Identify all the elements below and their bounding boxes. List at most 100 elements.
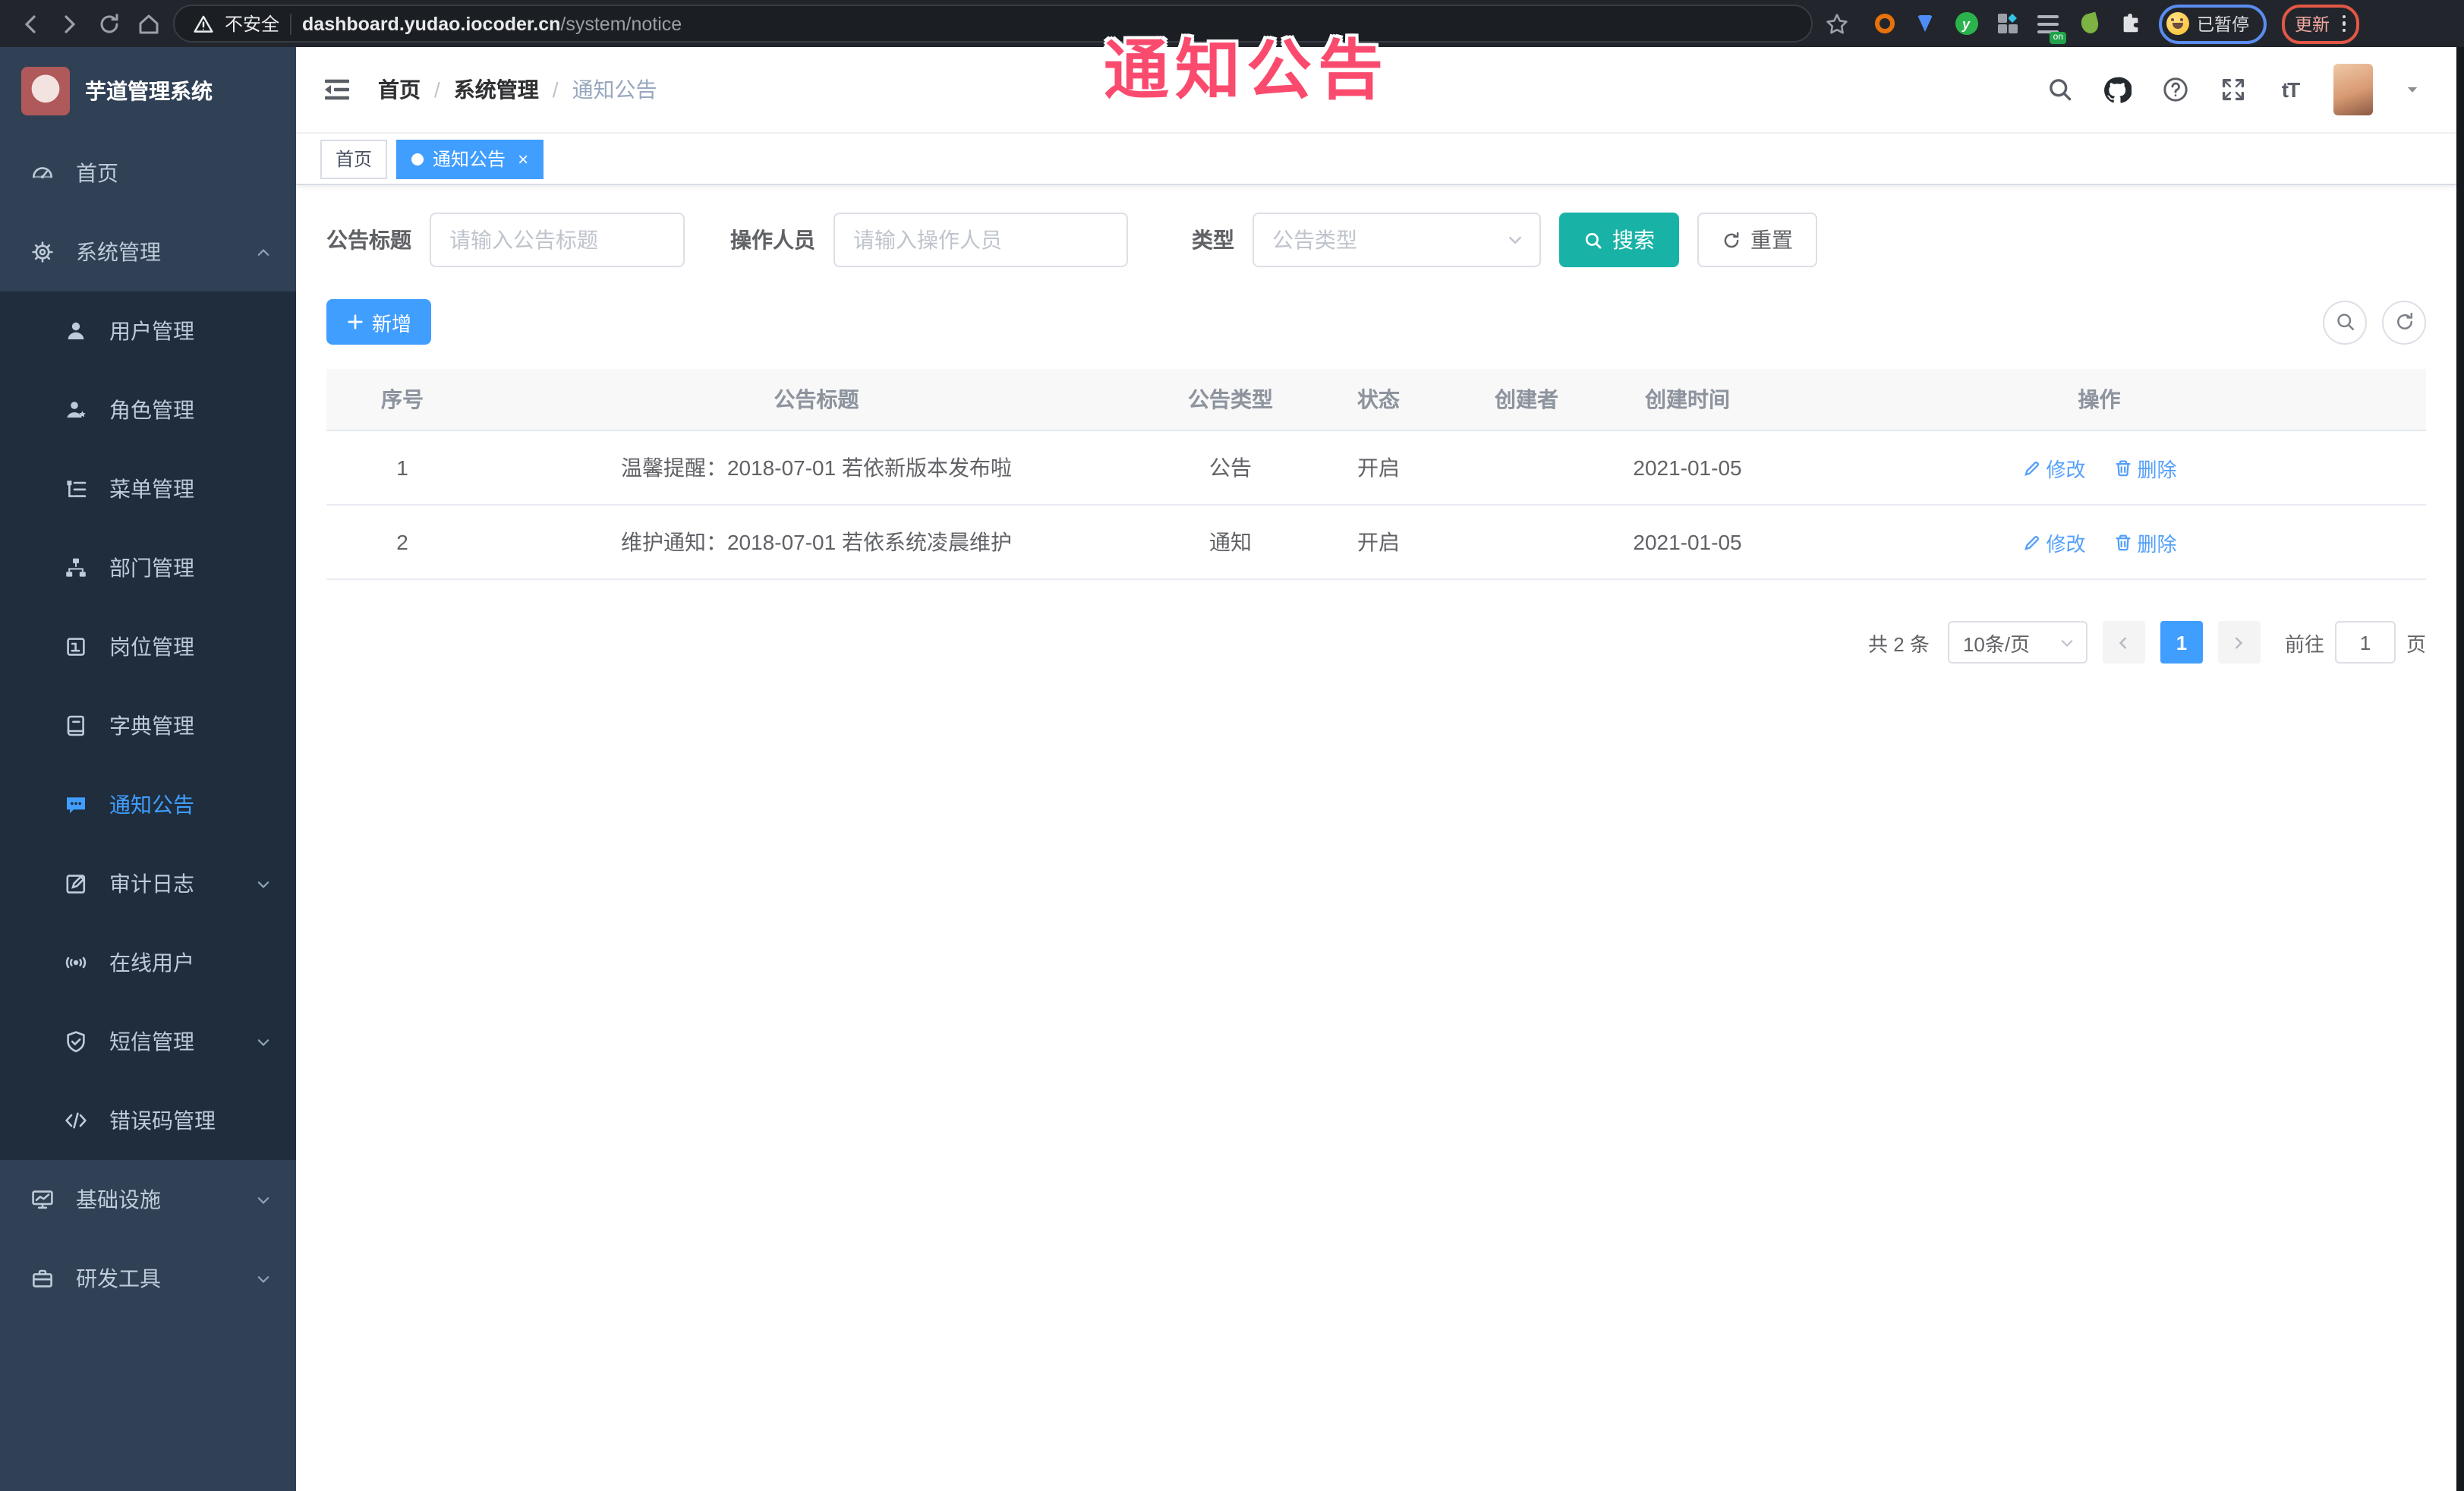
code-icon xyxy=(65,1112,87,1129)
tab-notice[interactable]: 通知公告 × xyxy=(396,139,544,178)
puzzle-extensions-icon[interactable] xyxy=(2116,10,2144,37)
delete-link[interactable]: 删除 xyxy=(2113,453,2177,482)
sidebar-item-home[interactable]: 首页 xyxy=(0,134,296,213)
user-avatar[interactable] xyxy=(2333,64,2373,115)
table-row: 1 温馨提醒：2018-07-01 若依新版本发布啦 公告 开启 2021-01… xyxy=(326,431,2426,506)
dashboard-icon xyxy=(33,167,52,178)
role-icon xyxy=(67,402,86,418)
tab-home[interactable]: 首页 xyxy=(320,139,388,178)
chevron-down-icon xyxy=(1509,236,1521,244)
warning-icon xyxy=(194,14,213,32)
delete-link[interactable]: 删除 xyxy=(2113,528,2177,556)
online-users-icon xyxy=(65,957,87,969)
extension-leaf-icon[interactable] xyxy=(2075,10,2103,37)
browser-profile-chip[interactable]: 已暂停 xyxy=(2159,4,2266,43)
close-tab-icon[interactable]: × xyxy=(518,150,528,168)
right-toolbar xyxy=(2323,300,2426,344)
sidebar-item-departments[interactable]: 部门管理 xyxy=(0,528,296,607)
bookmark-star-icon[interactable] xyxy=(1822,8,1852,39)
next-page-button[interactable] xyxy=(2217,621,2261,664)
extensions-tray: y on xyxy=(1870,10,2144,43)
pagination-total: 共 2 条 xyxy=(1868,632,1930,655)
reload-icon[interactable] xyxy=(94,8,124,39)
edit-link[interactable]: 修改 xyxy=(2021,528,2086,556)
sidebar-item-dict[interactable]: 字典管理 xyxy=(0,686,296,765)
breadcrumb-home[interactable]: 首页 xyxy=(378,74,421,105)
type-filter-label: 类型 xyxy=(1192,228,1234,252)
address-bar[interactable]: 不安全 dashboard.yudao.iocoder.cn/system/no… xyxy=(173,5,1813,43)
browser-menu-icon[interactable] xyxy=(2342,14,2346,33)
chevron-down-icon xyxy=(2061,639,2073,646)
browser-update-button[interactable]: 更新 xyxy=(2281,4,2359,43)
sidebar-item-posts[interactable]: 岗位管理 xyxy=(0,607,296,686)
extension-orange-icon[interactable] xyxy=(1870,10,1898,37)
page-number-1[interactable]: 1 xyxy=(2160,621,2203,664)
sidebar-item-audit-log[interactable]: 审计日志 xyxy=(0,844,296,923)
briefcase-icon xyxy=(33,1269,52,1288)
extension-blue-icon[interactable] xyxy=(1911,10,1939,37)
badge-icon xyxy=(67,638,85,656)
monitor-icon xyxy=(32,1190,53,1209)
sidebar-item-online-users[interactable]: 在线用户 xyxy=(0,923,296,1002)
org-tree-icon xyxy=(66,558,86,577)
breadcrumb-system[interactable]: 系统管理 xyxy=(454,74,539,105)
sidebar-item-sms[interactable]: 短信管理 xyxy=(0,1002,296,1081)
sidebar-item-notice[interactable]: 通知公告 xyxy=(0,765,296,844)
sidebar-toggle-icon[interactable] xyxy=(320,73,354,106)
security-label: 不安全 xyxy=(225,14,280,35)
message-bubble-icon xyxy=(67,797,85,814)
refresh-button[interactable] xyxy=(2382,300,2426,344)
divider xyxy=(290,13,292,34)
edit-link[interactable]: 修改 xyxy=(2021,453,2086,482)
sidebar-item-dev-tools[interactable]: 研发工具 xyxy=(0,1239,296,1318)
add-button[interactable]: 新增 xyxy=(326,299,432,345)
menu-tree-icon xyxy=(67,481,87,497)
operator-filter-input[interactable] xyxy=(833,213,1128,267)
fullscreen-icon[interactable] xyxy=(2218,75,2247,104)
github-icon[interactable] xyxy=(2103,75,2132,104)
breadcrumb-separator: / xyxy=(434,77,440,102)
search-icon[interactable] xyxy=(2045,75,2074,104)
title-filter-input[interactable] xyxy=(430,213,685,267)
sidebar-item-menus[interactable]: 菜单管理 xyxy=(0,449,296,528)
chevron-down-icon xyxy=(255,1191,272,1208)
app-logo xyxy=(21,66,70,115)
toggle-search-button[interactable] xyxy=(2323,300,2367,344)
goto-page-input[interactable] xyxy=(2334,621,2396,664)
home-icon[interactable] xyxy=(134,8,164,39)
forward-icon[interactable] xyxy=(55,8,85,39)
sidebar-item-roles[interactable]: 角色管理 xyxy=(0,370,296,449)
trash-icon xyxy=(2115,534,2131,550)
extension-grid-icon[interactable] xyxy=(1993,10,2021,37)
prev-page-button[interactable] xyxy=(2102,621,2145,664)
chevron-down-icon xyxy=(255,1033,272,1050)
breadcrumb-separator: / xyxy=(552,77,559,102)
sidebar-item-error-codes[interactable]: 错误码管理 xyxy=(0,1081,296,1160)
search-button[interactable]: 搜索 xyxy=(1559,213,1679,267)
main-area: 首页 / 系统管理 / 通知公告 tT 首页 通知公告 × 公告标题 请输入公告… xyxy=(296,47,2456,1491)
filter-form: 公告标题 操作人员 类型 公告类型 搜索 重置 xyxy=(326,213,2426,267)
url-text: dashboard.yudao.iocoder.cn/system/notice xyxy=(302,13,682,34)
dictionary-icon xyxy=(67,715,84,736)
chevron-right-icon xyxy=(2236,636,2244,648)
font-size-icon[interactable]: tT xyxy=(2276,75,2305,104)
page-size-select[interactable]: 10条/页 xyxy=(1947,621,2087,664)
sidebar-item-system[interactable]: 系统管理 xyxy=(0,213,296,292)
table-header-row: 序号 公告标题 公告类型 状态 创建者 创建时间 操作 xyxy=(326,369,2426,431)
table-row: 2 维护通知：2018-07-01 若依系统凌晨维护 通知 开启 2021-01… xyxy=(326,506,2426,580)
reset-button[interactable]: 重置 xyxy=(1697,213,1817,267)
help-icon[interactable] xyxy=(2160,75,2189,104)
back-icon[interactable] xyxy=(15,8,46,39)
profile-emoji-icon xyxy=(2166,12,2189,35)
extension-green-y-icon[interactable]: y xyxy=(1952,10,1980,37)
window-scrollbar[interactable] xyxy=(2456,47,2464,1491)
type-select[interactable]: 公告类型 xyxy=(1252,213,1541,267)
edit-square-icon xyxy=(66,875,86,894)
avatar-caret-icon[interactable] xyxy=(2405,82,2420,97)
extension-list-on-icon[interactable]: on xyxy=(2034,10,2066,43)
sidebar-item-infrastructure[interactable]: 基础设施 xyxy=(0,1160,296,1239)
sidebar-item-users[interactable]: 用户管理 xyxy=(0,292,296,370)
goto-page: 前往 页 xyxy=(2285,621,2426,664)
trash-icon xyxy=(2115,459,2131,476)
shield-check-icon xyxy=(67,1031,85,1053)
